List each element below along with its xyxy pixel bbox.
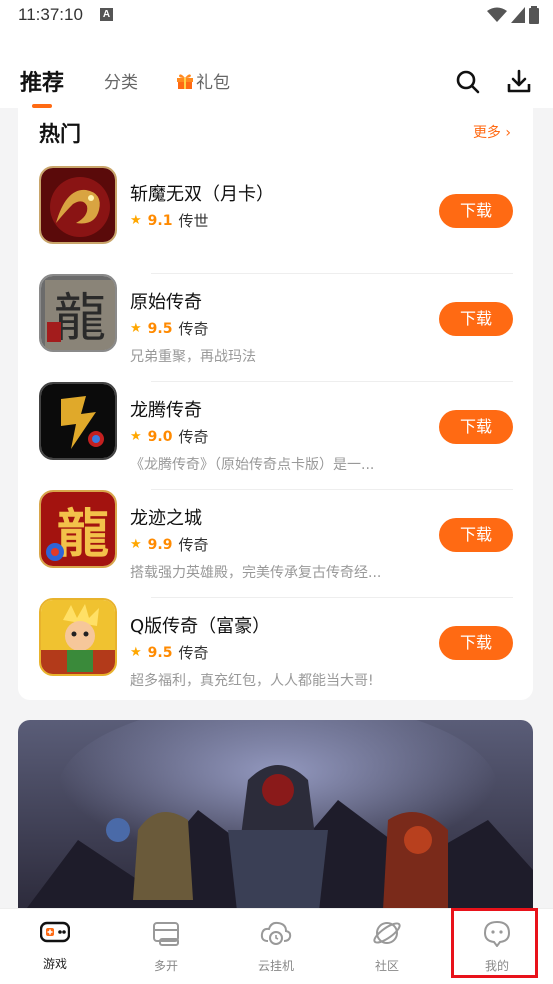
nav-label: 多开: [153, 959, 178, 973]
download-icon[interactable]: [505, 68, 533, 96]
game-score: 9.9: [147, 536, 173, 553]
game-icon-longteng[interactable]: [39, 382, 117, 460]
game-score: 9.1: [147, 212, 173, 229]
game-description: 兄弟重聚，再战玛法: [130, 349, 256, 365]
status-bar: 11:37:10 A: [0, 0, 553, 32]
game-meta: ★ 9.5 传奇: [130, 642, 208, 663]
game-category: 传奇: [178, 536, 209, 554]
cloud-clock-icon: [260, 921, 292, 945]
game-meta: ★ 9.0 传奇: [130, 426, 208, 447]
nav-item-multi[interactable]: 多开: [126, 919, 206, 974]
game-description: 超多福利，真充红包，人人都能当大哥!: [130, 673, 374, 689]
download-button[interactable]: 下载: [439, 194, 513, 228]
game-icon-yuanshi[interactable]: 龍: [39, 274, 117, 352]
nav-label: 游戏: [42, 957, 67, 971]
section-title: 热门: [39, 122, 81, 146]
search-icon[interactable]: [454, 68, 482, 96]
game-meta: ★ 9.9 传奇: [130, 534, 208, 555]
game-row[interactable]: 龍 原始传奇 ★ 9.5 传奇 兄弟重聚，再战玛法 下载: [39, 274, 513, 382]
game-category: 传奇: [178, 644, 209, 662]
nav-item-games[interactable]: 游戏: [15, 919, 95, 972]
more-link[interactable]: 更多 ›: [473, 122, 511, 142]
multi-window-icon: [153, 922, 179, 946]
battery-icon: [529, 6, 539, 24]
status-icons: [487, 6, 539, 24]
tab-gift-label: 礼包: [196, 73, 230, 93]
icon-glyph: 龍: [54, 289, 106, 349]
selection-highlight: [451, 908, 538, 978]
download-button[interactable]: 下载: [439, 518, 513, 552]
gamepad-icon: [39, 921, 71, 943]
game-row[interactable]: 龙腾传奇 ★ 9.0 传奇 《龙腾传奇》（原始传奇点卡版）是一... 下载: [39, 382, 513, 490]
nav-item-cloud[interactable]: 云挂机: [236, 919, 316, 974]
download-button[interactable]: 下载: [439, 302, 513, 336]
star-icon: ★: [130, 213, 142, 228]
game-description: 《龙腾传奇》（原始传奇点卡版）是一...: [130, 457, 375, 473]
signal-icon: [511, 7, 525, 23]
planet-icon: [373, 922, 401, 944]
tab-recommend[interactable]: 推荐: [20, 65, 64, 97]
top-header: 推荐 分类 礼包: [0, 32, 553, 108]
wifi-icon: [487, 7, 507, 22]
star-icon: ★: [130, 645, 142, 660]
star-icon: ★: [130, 537, 142, 552]
icon-glyph: 龍: [57, 504, 109, 565]
game-row[interactable]: 斩魔无双（月卡） ★ 9.1 传世 下载: [39, 166, 513, 274]
game-name: 龙迹之城: [130, 508, 202, 529]
game-meta: ★ 9.5 传奇: [130, 318, 208, 339]
status-time: 11:37:10: [18, 5, 83, 24]
game-description: 搭载强力英雄殿，完美传承复古传奇经...: [130, 565, 382, 581]
game-name: 原始传奇: [130, 292, 202, 313]
game-icon-longji[interactable]: 龍: [39, 490, 117, 568]
game-icon-zhanmo[interactable]: [39, 166, 117, 244]
nav-label: 云挂机: [257, 959, 294, 973]
tab-gift[interactable]: 礼包: [176, 68, 230, 93]
game-category: 传奇: [178, 320, 209, 338]
star-icon: ★: [130, 321, 142, 336]
download-button[interactable]: 下载: [439, 626, 513, 660]
notification-badge: A: [100, 8, 113, 21]
nav-label: 社区: [374, 959, 399, 973]
hot-games-card: 热门 更多 › 斩魔无双（月卡） ★ 9.1 传世 下载 龍 原始传奇 ★ 9.…: [18, 108, 533, 700]
game-score: 9.5: [147, 320, 173, 337]
game-category: 传奇: [178, 428, 209, 446]
nav-item-community[interactable]: 社区: [347, 919, 427, 974]
game-name: Q版传奇（富豪）: [130, 616, 271, 637]
gift-icon: [177, 74, 193, 89]
download-button[interactable]: 下载: [439, 410, 513, 444]
game-score: 9.5: [147, 644, 173, 661]
game-score: 9.0: [147, 428, 173, 445]
game-icon-qban[interactable]: [39, 598, 117, 676]
game-category: 传世: [178, 212, 209, 230]
game-meta: ★ 9.1 传世: [130, 210, 208, 231]
game-name: 龙腾传奇: [130, 400, 202, 421]
promo-banner[interactable]: [18, 720, 533, 920]
game-row[interactable]: Q版传奇（富豪） ★ 9.5 传奇 超多福利，真充红包，人人都能当大哥! 下载: [39, 598, 513, 706]
star-icon: ★: [130, 429, 142, 444]
game-row[interactable]: 龍 龙迹之城 ★ 9.9 传奇 搭载强力英雄殿，完美传承复古传奇经... 下载: [39, 490, 513, 598]
tab-category[interactable]: 分类: [104, 68, 138, 93]
game-name: 斩魔无双（月卡）: [130, 184, 274, 205]
